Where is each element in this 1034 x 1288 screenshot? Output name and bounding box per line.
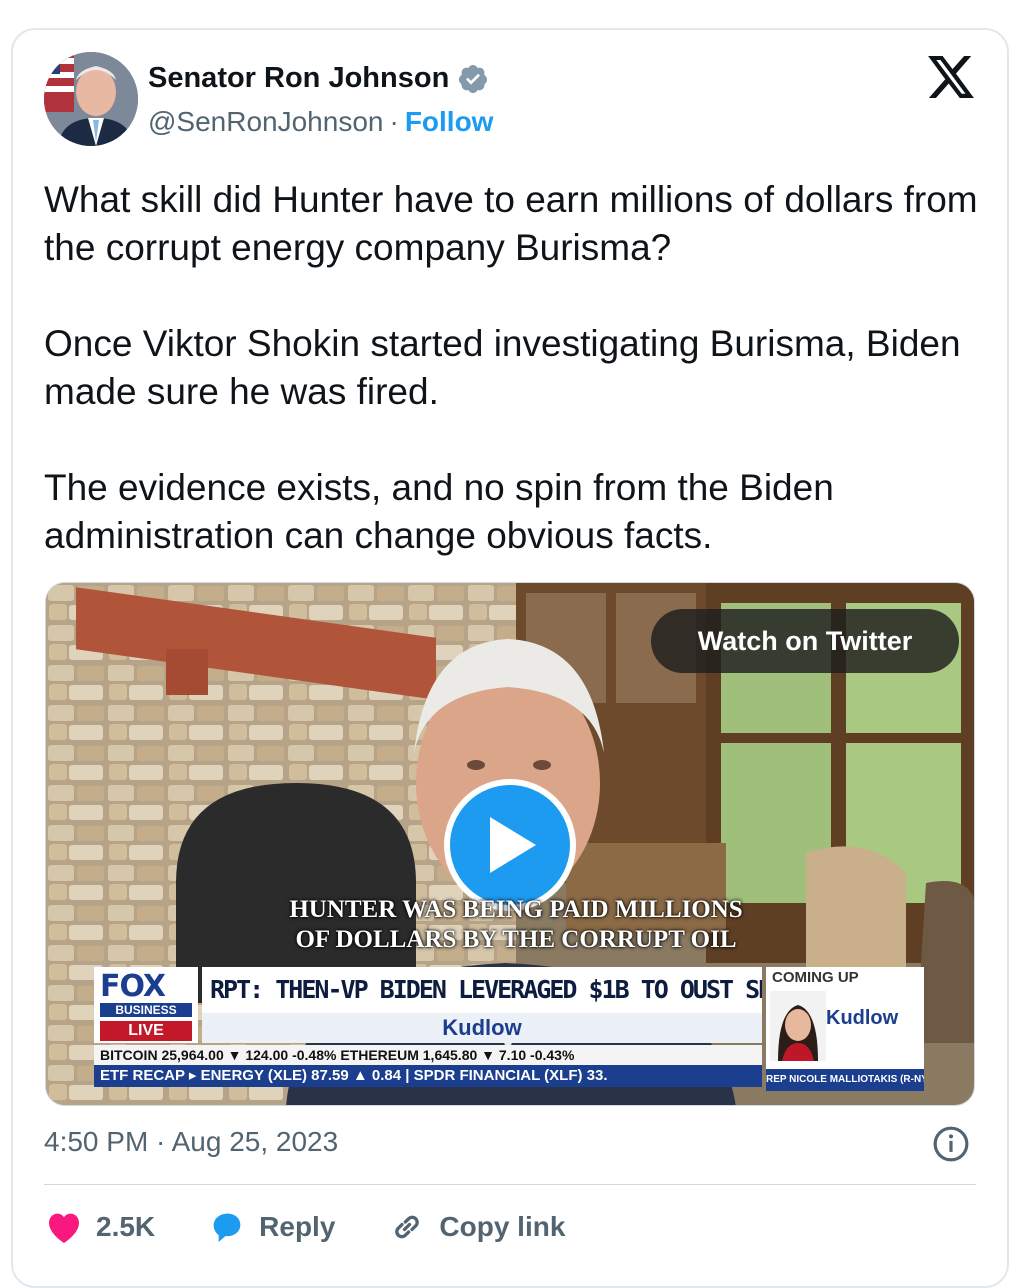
reply-button[interactable]: Reply bbox=[207, 1207, 335, 1247]
handle-row: @SenRonJohnson · Follow bbox=[148, 106, 493, 138]
author-name[interactable]: Senator Ron Johnson bbox=[148, 62, 449, 95]
link-icon bbox=[395, 1215, 420, 1239]
crypto-ticker: BITCOIN 25,964.00 ▼ 124.00 -0.48% ETHERE… bbox=[94, 1045, 762, 1065]
coming-up-label: COMING UP bbox=[772, 969, 859, 986]
tweet-paragraph: What skill did Hunter have to earn milli… bbox=[44, 179, 978, 268]
reply-label: Reply bbox=[259, 1211, 336, 1242]
network-logo: FOX BUSINESS LIVE bbox=[94, 967, 198, 1043]
divider bbox=[44, 1184, 976, 1185]
x-logo-icon[interactable] bbox=[928, 56, 974, 98]
video-player[interactable]: Watch on Twitter HUNTER WAS BEING PAID M… bbox=[45, 582, 975, 1106]
copy-link-button[interactable]: Copy link bbox=[387, 1207, 565, 1247]
avatar-image bbox=[44, 52, 138, 146]
like-count: 2.5K bbox=[96, 1211, 156, 1242]
action-bar: 2.5K Reply Copy link bbox=[44, 1204, 617, 1250]
coming-up-panel: COMING UP Kudlow REP NICOLE MALLIOTAKIS … bbox=[766, 967, 924, 1091]
guest-photo bbox=[770, 991, 826, 1061]
separator-dot: · bbox=[389, 106, 399, 137]
follow-button[interactable]: Follow bbox=[405, 106, 494, 138]
tweet-text: What skill did Hunter have to earn milli… bbox=[44, 176, 994, 608]
network-logo-text: FOX bbox=[100, 969, 166, 1004]
etf-ticker: ETF RECAP ▸ ENERGY (XLE) 87.59 ▲ 0.84 | … bbox=[94, 1065, 762, 1087]
live-badge: LIVE bbox=[100, 1021, 192, 1041]
play-button[interactable] bbox=[444, 779, 576, 911]
caption-line: OF DOLLARS BY THE CORRUPT OIL bbox=[295, 926, 737, 953]
video-caption: HUNTER WAS BEING PAID MILLIONS OF DOLLAR… bbox=[256, 895, 776, 955]
like-button[interactable]: 2.5K bbox=[44, 1207, 155, 1247]
news-lower-third: FOX BUSINESS LIVE RPT: THEN-VP BIDEN LEV… bbox=[94, 967, 924, 1091]
network-sub-label: BUSINESS bbox=[100, 1003, 192, 1017]
reply-bubble-icon bbox=[213, 1213, 241, 1242]
watch-on-twitter-button[interactable]: Watch on Twitter bbox=[651, 609, 959, 673]
coming-up-guest: REP NICOLE MALLIOTAKIS (R-NY) bbox=[766, 1069, 924, 1091]
show-name: Kudlow bbox=[202, 1013, 762, 1043]
copy-link-label: Copy link bbox=[439, 1211, 566, 1242]
author-handle[interactable]: @SenRonJohnson bbox=[148, 106, 383, 138]
verified-badge-icon bbox=[459, 64, 488, 93]
tweet-timestamp[interactable]: 4:50 PM · Aug 25, 2023 bbox=[44, 1126, 338, 1158]
heart-icon bbox=[49, 1213, 79, 1243]
caption-line: HUNTER WAS BEING PAID MILLIONS bbox=[289, 896, 743, 923]
news-headline: RPT: THEN-VP BIDEN LEVERAGED $1B TO OUST… bbox=[202, 967, 762, 1013]
info-icon[interactable] bbox=[932, 1125, 970, 1163]
avatar[interactable] bbox=[44, 52, 138, 146]
author-row: Senator Ron Johnson bbox=[148, 62, 489, 95]
play-icon bbox=[490, 817, 536, 873]
tweet-paragraph: The evidence exists, and no spin from th… bbox=[44, 467, 834, 556]
tweet-paragraph: Once Viktor Shokin started investigating… bbox=[44, 323, 961, 412]
coming-up-show: Kudlow bbox=[826, 1007, 899, 1029]
